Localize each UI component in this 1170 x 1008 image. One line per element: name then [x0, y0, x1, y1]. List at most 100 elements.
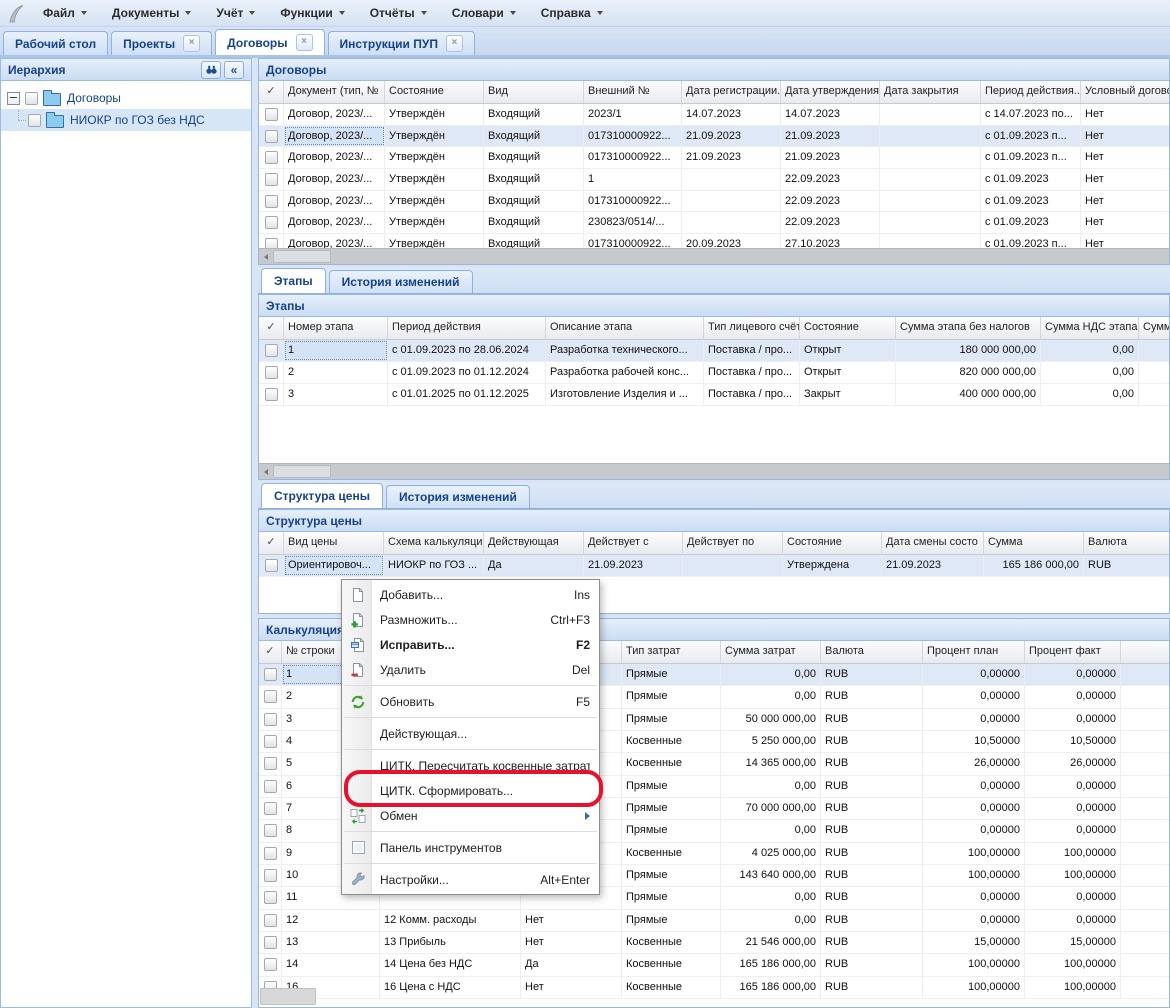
tab-desktop[interactable]: Рабочий стол	[3, 31, 108, 55]
close-icon[interactable]: ×	[296, 34, 313, 51]
row-checkbox[interactable]	[264, 936, 277, 949]
row-checkbox[interactable]	[264, 757, 277, 770]
row-checkbox[interactable]	[265, 108, 278, 121]
row-checkbox[interactable]	[264, 847, 277, 860]
column-header[interactable]: Условный догово	[1081, 81, 1169, 103]
column-header[interactable]: Процент факт	[1025, 641, 1121, 663]
row-checkbox[interactable]	[264, 668, 277, 681]
scrollbar-thumb[interactable]	[273, 465, 331, 478]
column-header[interactable]: Состояние	[385, 81, 484, 103]
column-header[interactable]: Схема калькуляци	[384, 532, 484, 554]
menubar-item-accounting[interactable]: Учёт	[207, 3, 264, 24]
menu-item-active-price[interactable]: Действующая...	[342, 721, 599, 746]
row-checkbox[interactable]	[264, 735, 277, 748]
table-row[interactable]: 1с 01.09.2023 по 28.06.2024Разработка те…	[259, 340, 1169, 362]
menu-item-citk-recalc[interactable]: ЦИТК. Пересчитать косвенные затраты...	[342, 753, 599, 778]
row-checkbox[interactable]	[265, 559, 278, 572]
tree-node-niokr[interactable]: НИОКР по ГОЗ без НДС	[1, 109, 251, 131]
column-header[interactable]: Описание этапа	[546, 317, 704, 339]
column-header[interactable]: Действует по	[683, 532, 783, 554]
menubar-item-functions[interactable]: Функции	[271, 3, 353, 24]
column-header[interactable]: Действующая	[484, 532, 584, 554]
tab-price-structure[interactable]: Структура цены	[261, 483, 383, 508]
column-header[interactable]: Действует с	[584, 532, 683, 554]
scrollbar-thumb[interactable]	[273, 250, 331, 263]
table-row[interactable]: 1616 Цена с НДСНетКосвенные165 186 000,0…	[259, 977, 1169, 999]
table-row[interactable]: 1212 Комм. расходыНетПрямые0,00RUB0,0000…	[259, 910, 1169, 932]
column-header[interactable]: Сумма НДС этапа	[1041, 317, 1139, 339]
row-checkbox[interactable]	[265, 216, 278, 229]
menubar-item-dictionaries[interactable]: Словари	[443, 3, 525, 24]
menu-item-delete[interactable]: УдалитьDel	[342, 657, 599, 682]
tree-node-contracts[interactable]: Договоры	[1, 87, 251, 109]
menu-item-duplicate[interactable]: Размножить...Ctrl+F3	[342, 607, 599, 632]
select-all-column-header[interactable]: ✓	[259, 317, 284, 339]
search-icon[interactable]	[201, 61, 221, 79]
row-checkbox[interactable]	[265, 130, 278, 143]
column-header[interactable]: Дата регистрации.	[682, 81, 781, 103]
table-row[interactable]: Договор, 2023/...УтверждёнВходящий017310…	[259, 147, 1169, 169]
select-all-column-header[interactable]: ✓	[259, 532, 284, 554]
column-header[interactable]	[1121, 641, 1169, 663]
column-header[interactable]: Тип затрат	[622, 641, 721, 663]
column-header[interactable]: Валюта	[1084, 532, 1169, 554]
table-row[interactable]: Договор, 2023/...УтверждёнВходящий122.09…	[259, 169, 1169, 191]
column-header[interactable]: Процент план	[923, 641, 1025, 663]
column-header[interactable]: Вид	[484, 81, 584, 103]
column-header[interactable]: Состояние	[783, 532, 882, 554]
column-header[interactable]: Сумма	[984, 532, 1084, 554]
table-row[interactable]: Ориентировоч...НИОКР по ГОЗ ...Да21.09.2…	[259, 555, 1169, 577]
table-row[interactable]: Договор, 2023/...УтверждёнВходящий2023/1…	[259, 104, 1169, 126]
menu-item-toolbar[interactable]: Панель инструментов	[342, 835, 599, 860]
tab-stages[interactable]: Этапы	[261, 268, 326, 293]
row-checkbox[interactable]	[264, 914, 277, 927]
column-header[interactable]: Период действия..	[981, 81, 1081, 103]
column-header[interactable]: Дата закрытия	[880, 81, 981, 103]
column-header[interactable]: Состояние	[800, 317, 896, 339]
column-header[interactable]: Вид цены	[284, 532, 384, 554]
menu-item-edit[interactable]: Исправить...F2	[342, 632, 599, 657]
row-checkbox[interactable]	[265, 195, 278, 208]
menu-item-citk-form[interactable]: ЦИТК. Сформировать...	[342, 778, 599, 803]
menubar-item-file[interactable]: Файл	[34, 3, 96, 24]
row-checkbox[interactable]	[265, 344, 278, 357]
tab-pup-instructions[interactable]: Инструкции ПУП×	[328, 31, 475, 55]
tab-projects[interactable]: Проекты×	[111, 31, 212, 55]
scroll-left-icon[interactable]	[259, 469, 273, 475]
column-header[interactable]: Номер этапа	[284, 317, 388, 339]
collapse-expander-icon[interactable]	[7, 92, 20, 105]
column-header[interactable]: Сумма этапа без налогов	[896, 317, 1041, 339]
node-checkbox[interactable]	[28, 114, 41, 127]
row-checkbox[interactable]	[264, 713, 277, 726]
row-checkbox[interactable]	[265, 366, 278, 379]
table-row[interactable]: 2с 01.09.2023 по 01.12.2024Разработка ра…	[259, 362, 1169, 384]
column-header[interactable]: Внешний №	[584, 81, 682, 103]
row-checkbox[interactable]	[265, 151, 278, 164]
row-checkbox[interactable]	[264, 690, 277, 703]
row-checkbox[interactable]	[264, 802, 277, 815]
column-header[interactable]: Дата утверждения	[781, 81, 880, 103]
menubar-item-help[interactable]: Справка	[532, 3, 612, 24]
table-row[interactable]: 1313 ПрибыльНетКосвенные21 546 000,00RUB…	[259, 932, 1169, 954]
column-header[interactable]: Период действия	[388, 317, 546, 339]
tab-contracts[interactable]: Договоры×	[215, 29, 324, 55]
menu-item-add[interactable]: Добавить...Ins	[342, 582, 599, 607]
menubar-item-documents[interactable]: Документы	[103, 3, 200, 24]
menu-item-exchange[interactable]: Обмен	[342, 803, 599, 828]
table-row[interactable]: 1414 Цена без НДСДаКосвенные165 186 000,…	[259, 954, 1169, 976]
select-all-column-header[interactable]: ✓	[259, 641, 282, 663]
close-icon[interactable]: ×	[183, 35, 200, 52]
menubar-item-reports[interactable]: Отчёты	[361, 3, 436, 24]
column-header[interactable]: Документ (тип, №	[284, 81, 385, 103]
table-row[interactable]: Договор, 2023/...УтверждёнВходящий017310…	[259, 191, 1169, 213]
collapse-panel-icon[interactable]: «	[224, 61, 244, 79]
tab-stages-history[interactable]: История изменений	[329, 270, 473, 293]
column-header[interactable]: Дата смены состо	[882, 532, 984, 554]
row-checkbox[interactable]	[265, 388, 278, 401]
column-header[interactable]: Сумма затрат	[721, 641, 821, 663]
close-icon[interactable]: ×	[446, 35, 463, 52]
table-row[interactable]: Договор, 2023/...УтверждёнВходящий230823…	[259, 212, 1169, 234]
row-checkbox[interactable]	[264, 780, 277, 793]
horizontal-scrollbar[interactable]	[259, 248, 1169, 264]
horizontal-scrollbar[interactable]	[259, 463, 1169, 479]
